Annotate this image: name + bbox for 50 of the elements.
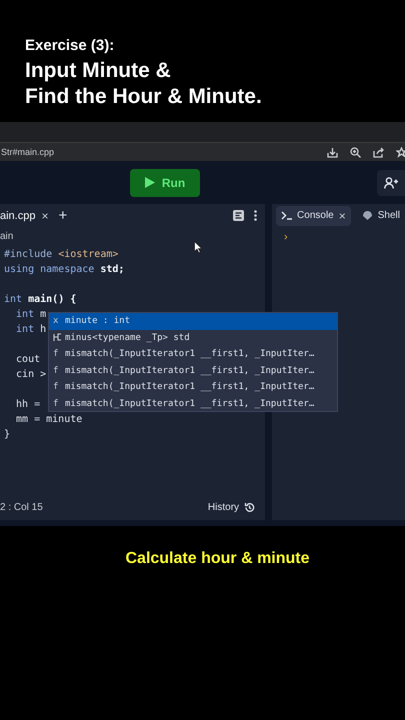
suggestion-item[interactable]: f mismatch(_InputIterator1 __first1, _InputIter… [49,346,337,362]
function-icon: f [53,398,62,409]
suggestion-item[interactable]: f mismatch(_InputIterator1 __first1, _InputIter… [49,396,337,411]
more-icon[interactable] [254,210,258,221]
exercise-label: Exercise (3): [25,36,116,56]
console-prompt: › [283,230,288,243]
share-icon[interactable] [373,146,384,158]
function-icon: f [53,366,62,376]
close-button[interactable]: × [41,208,48,222]
console-tab[interactable]: Shell [356,206,405,226]
document-icon[interactable] [233,210,244,221]
variable-icon: x [53,316,62,326]
branch-icon [53,333,62,342]
breadcrumb[interactable]: ain [0,227,266,247]
close-button[interactable]: × [338,208,346,222]
code-line: int m [15,308,46,322]
star-icon[interactable] [396,146,405,158]
code-line: cin > [15,368,46,382]
code-line: int main() { [4,292,76,307]
caption-text: Calculate hour & minute [124,550,311,568]
zoom-icon[interactable] [350,146,361,158]
cursor-position: 2 : Col 15 [0,502,43,512]
suggestion-item[interactable]: minus<typename _Tp> std [49,330,337,346]
shell-icon [362,210,373,221]
suggestion-item[interactable]: f mismatch(_InputIterator1 __first1, _InputIter… [49,379,337,396]
code-line: using namespace std; [4,263,124,277]
function-icon: f [53,349,62,360]
code-line: #include <iostream> [4,248,118,262]
code-line: hh = [15,398,40,412]
add-tab-button[interactable]: + [58,207,68,224]
invite-button[interactable] [377,170,405,196]
title-line: Find the Hour & Minute. [25,84,263,110]
mouse-cursor-icon [194,241,202,253]
play-icon [144,177,155,188]
suggestion-item[interactable]: x minute : int [49,313,337,330]
function-icon: f [53,382,62,392]
code-line: cout [15,353,40,367]
suggestion-item[interactable]: f mismatch(_InputIterator1 __first1, _InputIter… [49,362,337,379]
code-line: mm = minute [15,413,82,427]
code-line: } [4,428,10,442]
download-icon[interactable] [327,146,338,158]
address-text[interactable]: Str#main.cpp [1,147,54,157]
history-button[interactable]: History [208,502,256,512]
code-line: int h [15,323,46,337]
person-add-icon [384,176,398,188]
console-tab[interactable]: Console × [276,206,351,226]
run-button[interactable]: Run [130,168,200,196]
history-icon [244,502,256,512]
terminal-icon [281,211,292,220]
title-line: Input Minute & [25,58,172,84]
